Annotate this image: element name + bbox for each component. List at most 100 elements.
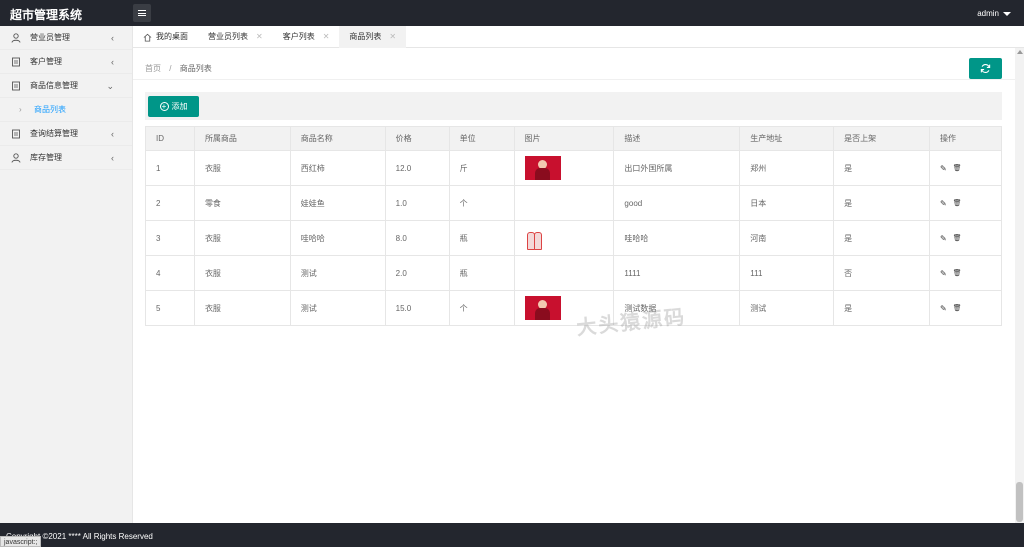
table-cell: 斤 — [448, 150, 515, 186]
tab-customer-list[interactable]: 客户列表 ✕ — [273, 26, 340, 48]
browser-status-bar: javascript:; — [0, 536, 42, 547]
actions-cell: ✎ 🗑 — [928, 150, 1003, 186]
chevron-left-icon: ‹ — [111, 129, 114, 139]
tab-product-list[interactable]: 商品列表 ✕ — [339, 26, 407, 48]
bottle-shape — [533, 232, 542, 250]
user-icon — [11, 33, 21, 43]
product-image — [524, 156, 561, 180]
table-cell: 郑州 — [739, 150, 835, 186]
edit-icon[interactable]: ✎ — [940, 234, 947, 243]
tab-label: 商品列表 — [349, 32, 382, 41]
delete-icon[interactable]: 🗑 — [953, 234, 962, 243]
image-cell — [513, 185, 615, 221]
close-icon[interactable]: ✕ — [323, 26, 330, 48]
close-icon[interactable]: ✕ — [389, 26, 396, 48]
breadcrumb-separator: / — [169, 64, 172, 73]
refresh-icon — [980, 64, 991, 73]
table-cell: 2 — [145, 185, 195, 221]
sidebar-item-label: 库存管理 — [30, 153, 62, 162]
sidebar-item-inventory[interactable]: 库存管理 ‹ — [0, 146, 132, 170]
sidebar-item-label: 查询结算管理 — [30, 129, 78, 138]
document-icon — [12, 129, 20, 139]
sidebar-item-salesclerk[interactable]: 营业员管理 ‹ — [0, 26, 132, 50]
table-cell: 测试 — [289, 290, 386, 326]
table-cell: 是 — [833, 185, 930, 221]
table-cell: 个 — [448, 290, 515, 326]
table-cell: 1 — [145, 150, 195, 186]
image-cell — [513, 220, 615, 256]
table-cell: 哇哈哈 — [289, 220, 386, 256]
delete-icon[interactable]: 🗑 — [953, 199, 962, 208]
table-cell: 娃娃鱼 — [289, 185, 386, 221]
tab-salesclerk-list[interactable]: 营业员列表 ✕ — [198, 26, 273, 48]
column-header: ID — [145, 126, 195, 151]
delete-icon[interactable]: 🗑 — [953, 269, 962, 278]
table-cell: 1111 — [613, 255, 741, 291]
product-image — [524, 296, 561, 320]
table-row: 1 衣服 西红柿 12.0 斤出口外国所属 郑州是 ✎ 🗑 — [145, 150, 1003, 186]
table-cell: 河南 — [739, 220, 835, 256]
user-menu[interactable]: admin — [977, 9, 1011, 18]
table-row: 2 零食 娃娃鱼 1.0 个 good 日本是 ✎ 🗑 — [145, 185, 1003, 221]
sidebar-item-product-info[interactable]: 商品信息管理 ⌄ — [0, 74, 132, 98]
table-cell: 12.0 — [384, 150, 450, 186]
table-cell: 个 — [448, 185, 515, 221]
column-header: 图片 — [513, 126, 615, 151]
table-row: 5 衣服 测试 15.0 个测试数据 测试是 ✎ 🗑 — [145, 290, 1003, 326]
sidebar: 营业员管理 ‹ 客户管理 ‹ 商品信息管理 ⌄ › 商品列表 查询结算管理 ‹ … — [0, 26, 133, 523]
edit-icon[interactable]: ✎ — [940, 199, 947, 208]
row-actions: ✎ 🗑 — [940, 304, 1001, 313]
sidebar-subitem-product-list[interactable]: › 商品列表 — [0, 98, 132, 122]
column-header: 价格 — [384, 126, 450, 151]
close-icon[interactable]: ✕ — [256, 26, 263, 48]
scrollbar-thumb[interactable] — [1016, 482, 1023, 522]
table-cell: 衣服 — [193, 290, 291, 326]
scroll-up-icon[interactable] — [1017, 50, 1023, 54]
delete-icon[interactable]: 🗑 — [953, 304, 962, 313]
user-icon — [11, 153, 21, 163]
chevron-right-icon: › — [19, 105, 22, 114]
add-button-label: 添加 — [171, 102, 188, 111]
table-cell: 测试 — [289, 255, 386, 291]
breadcrumb: 首页 / 商品列表 — [145, 63, 212, 74]
chevron-left-icon: ‹ — [111, 33, 114, 43]
table-cell: 1.0 — [384, 185, 450, 221]
main-content: 首页 / 商品列表 + 添加 ID 所属商品 商品名称 价格 单位 图片 描述 生产地址 是否上… — [133, 48, 1015, 523]
table-cell: 西红柿 — [289, 150, 386, 186]
chevron-down-icon: ⌄ — [106, 81, 114, 91]
sidebar-item-customer[interactable]: 客户管理 ‹ — [0, 50, 132, 74]
table-cell: 衣服 — [193, 220, 291, 256]
edit-icon[interactable]: ✎ — [940, 164, 947, 173]
table-cell: 3 — [145, 220, 195, 256]
table-cell: 日本 — [739, 185, 835, 221]
edit-icon[interactable]: ✎ — [940, 304, 947, 313]
refresh-button[interactable] — [969, 58, 1002, 79]
product-image — [525, 226, 547, 250]
top-header: 超市管理系统 admin — [0, 0, 1024, 26]
edit-icon[interactable]: ✎ — [940, 269, 947, 278]
table-row: 4 衣服 测试 2.0 瓶 1111 111 否 ✎ 🗑 — [145, 255, 1003, 291]
delete-icon[interactable]: 🗑 — [953, 164, 962, 173]
table-cell: 15.0 — [384, 290, 450, 326]
table-cell: 是 — [833, 290, 930, 326]
actions-cell: ✎ 🗑 — [928, 255, 1003, 291]
menu-toggle-button[interactable] — [133, 4, 151, 22]
column-header: 商品名称 — [289, 126, 386, 151]
table-cell: 是 — [833, 150, 930, 186]
row-actions: ✎ 🗑 — [940, 199, 1001, 208]
sidebar-item-query-settlement[interactable]: 查询结算管理 ‹ — [0, 122, 132, 146]
column-header: 所属商品 — [193, 126, 291, 151]
breadcrumb-home[interactable]: 首页 — [145, 64, 161, 73]
tab-my-desktop[interactable]: 我的桌面 — [133, 26, 198, 48]
table-cell: 4 — [145, 255, 195, 291]
table-cell: 否 — [833, 255, 930, 291]
footer: Copyright ©2021 **** All Rights Reserved — [0, 523, 1024, 547]
sidebar-subitem-label: 商品列表 — [34, 105, 66, 114]
table-body: 1 衣服 西红柿 12.0 斤出口外国所属 郑州是 ✎ 🗑 2 零食 娃娃鱼 1.0 个 good 日本是 ✎… — [145, 150, 1003, 326]
column-header: 是否上架 — [833, 126, 930, 151]
add-button[interactable]: + 添加 — [148, 96, 199, 117]
table-cell: 111 — [739, 255, 835, 291]
product-table: ID 所属商品 商品名称 价格 单位 图片 描述 生产地址 是否上架 操作 1 衣服 西红柿 12.0 斤… — [145, 126, 1003, 326]
scrollbar[interactable] — [1015, 48, 1024, 523]
toolbar: + 添加 — [145, 92, 1002, 120]
